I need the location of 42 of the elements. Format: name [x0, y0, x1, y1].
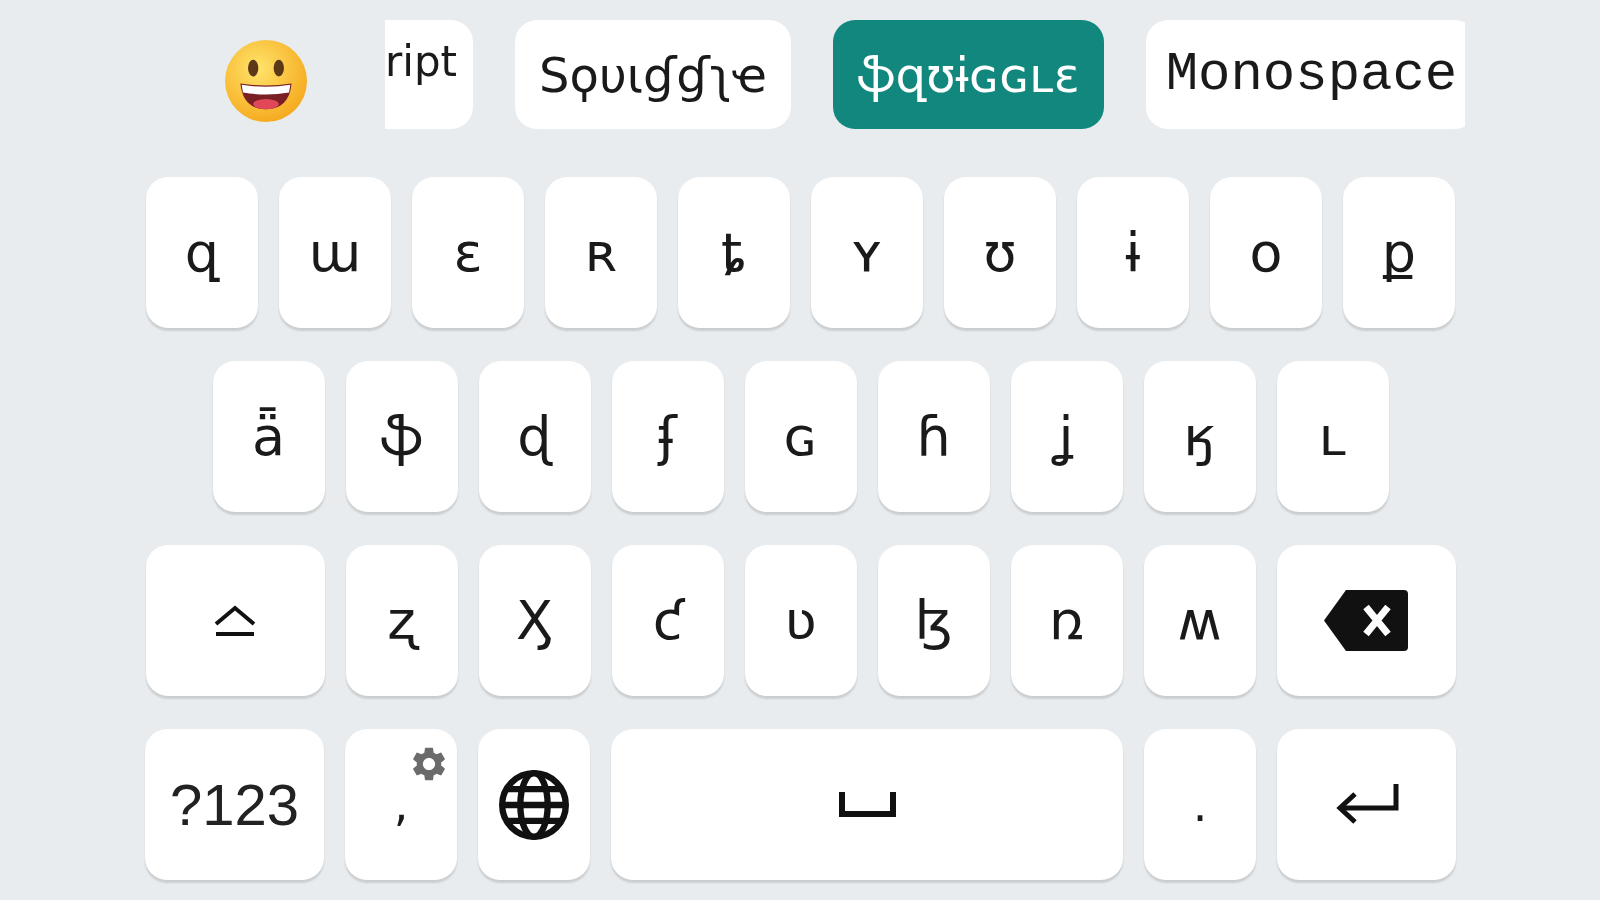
- letter-key[interactable]: ʀ: [545, 177, 657, 328]
- letter-key[interactable]: ք: [1343, 177, 1455, 328]
- font-chip[interactable]: ript: [385, 20, 474, 129]
- letter-key[interactable]: ȶ: [678, 177, 790, 328]
- letter-key[interactable]: ƈ: [611, 545, 724, 696]
- letter-key[interactable]: Ӽ: [478, 545, 591, 696]
- backspace-key[interactable]: [1276, 545, 1456, 696]
- font-chip[interactable]: Sϙυιɠɠʅҽ: [515, 20, 791, 129]
- letter-key[interactable]: ʟ: [1276, 361, 1389, 512]
- letter-key[interactable]: ʄ: [611, 361, 724, 512]
- letter-key[interactable]: ʝ: [1010, 361, 1123, 512]
- enter-key[interactable]: [1277, 729, 1456, 880]
- language-key[interactable]: [478, 729, 590, 880]
- letter-key[interactable]: ա: [279, 177, 391, 328]
- globe-icon: [499, 769, 569, 840]
- space-bar-icon: [838, 792, 896, 817]
- letter-key[interactable]: ɮ: [877, 545, 990, 696]
- letter-key[interactable]: ӄ: [1143, 361, 1256, 512]
- shift-icon: [212, 604, 258, 637]
- smiley-face-icon[interactable]: [224, 39, 307, 122]
- letter-key[interactable]: ʋ: [744, 545, 857, 696]
- letter-key[interactable]: ɨ: [1077, 177, 1189, 328]
- letter-key[interactable]: ʍ: [1143, 545, 1256, 696]
- font-chip[interactable]: Monospace: [1145, 20, 1465, 129]
- comma-key[interactable]: ,: [345, 729, 457, 880]
- letter-key[interactable]: ʐ: [345, 545, 458, 696]
- font-chip[interactable]: ֆզʊɨɢɢʟɛ: [832, 20, 1104, 129]
- letter-key[interactable]: ֆ: [345, 361, 458, 512]
- letter-key[interactable]: ʏ: [811, 177, 923, 328]
- backspace-icon: [1324, 590, 1408, 651]
- gear-icon: [413, 747, 445, 781]
- letter-key[interactable]: ǟ: [212, 361, 325, 512]
- letter-key[interactable]: ռ: [1010, 545, 1123, 696]
- period-key[interactable]: .: [1144, 729, 1256, 880]
- letter-key[interactable]: օ: [1210, 177, 1322, 328]
- letter-key[interactable]: զ: [146, 177, 258, 328]
- letter-key[interactable]: ʊ: [944, 177, 1056, 328]
- letter-key[interactable]: ɛ: [412, 177, 524, 328]
- symbols-key[interactable]: ?123: [145, 729, 324, 880]
- letter-key[interactable]: ɖ: [478, 361, 591, 512]
- letter-key[interactable]: ɢ: [744, 361, 857, 512]
- letter-key[interactable]: ɦ: [877, 361, 990, 512]
